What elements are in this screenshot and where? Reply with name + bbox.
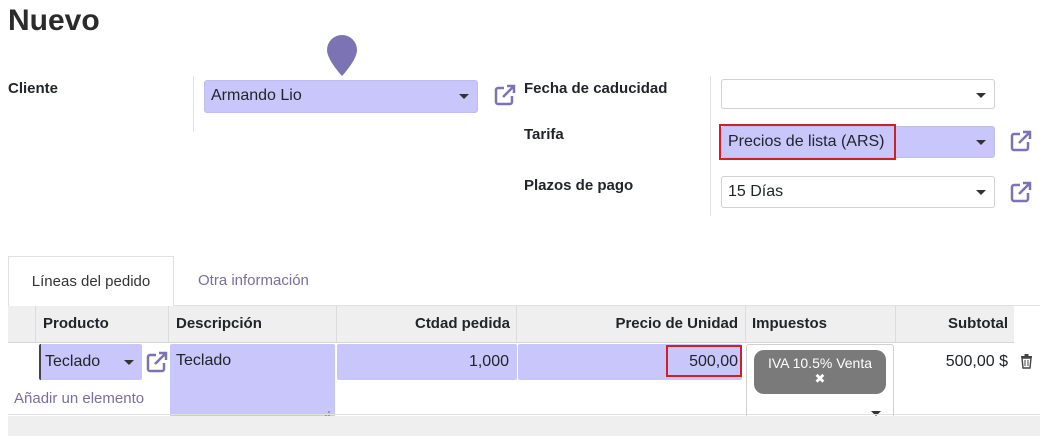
cliente-label: Cliente bbox=[8, 80, 59, 97]
fecha-caducidad-select[interactable] bbox=[721, 79, 995, 109]
tab-otra-informacion[interactable]: Otra información bbox=[198, 256, 309, 306]
highlight-box bbox=[719, 124, 896, 160]
cantidad-input[interactable]: 1,000 bbox=[337, 344, 517, 380]
plazos-pago-value: 15 Días bbox=[728, 183, 784, 200]
external-link-icon[interactable] bbox=[493, 83, 517, 107]
page-title: Nuevo bbox=[8, 4, 100, 37]
plazos-pago-label: Plazos de pago bbox=[524, 177, 634, 194]
column-header-descripcion[interactable]: Descripción bbox=[176, 306, 262, 342]
close-icon[interactable]: ✖ bbox=[754, 371, 886, 387]
fecha-caducidad-label: Fecha de caducidad bbox=[524, 80, 668, 97]
cliente-value: Armando Lio bbox=[211, 87, 302, 104]
table-footer bbox=[8, 416, 1040, 436]
producto-input[interactable]: Teclado bbox=[39, 344, 142, 380]
chevron-down-icon[interactable] bbox=[976, 190, 986, 195]
cliente-select[interactable]: Armando Lio bbox=[204, 80, 478, 113]
map-pin-icon bbox=[327, 35, 357, 76]
divider bbox=[193, 76, 194, 132]
producto-value: Teclado bbox=[45, 353, 101, 370]
chevron-down-icon[interactable] bbox=[976, 140, 986, 145]
column-header-subtotal[interactable]: Subtotal bbox=[895, 306, 1008, 342]
subtotal-value: 500,00 $ bbox=[945, 353, 1008, 370]
table-header bbox=[8, 306, 1014, 343]
external-link-icon[interactable] bbox=[145, 350, 169, 374]
chevron-down-icon[interactable] bbox=[459, 94, 469, 99]
column-separator bbox=[35, 306, 36, 342]
column-header-impuestos[interactable]: Impuestos bbox=[752, 306, 827, 342]
divider bbox=[710, 76, 711, 216]
trash-icon[interactable] bbox=[1020, 354, 1033, 369]
tab-lineas-pedido[interactable]: Líneas del pedido bbox=[8, 256, 174, 306]
tax-tag: IVA 10.5% Venta ✖ bbox=[754, 350, 886, 394]
plazos-pago-select[interactable]: 15 Días bbox=[721, 176, 995, 208]
chevron-down-icon[interactable] bbox=[976, 93, 986, 98]
tax-tag-label: IVA 10.5% Venta bbox=[767, 355, 873, 371]
external-link-icon[interactable] bbox=[1009, 180, 1033, 204]
descripcion-textarea[interactable]: Teclado bbox=[170, 344, 335, 424]
divider bbox=[8, 414, 1040, 415]
column-separator bbox=[168, 306, 169, 342]
descripcion-value: Teclado bbox=[176, 352, 232, 369]
highlight-box bbox=[666, 345, 742, 377]
column-header-cantidad[interactable]: Ctdad pedida bbox=[336, 306, 510, 342]
add-line-link[interactable]: Añadir un elemento bbox=[14, 390, 144, 407]
chevron-down-icon[interactable] bbox=[124, 360, 134, 365]
column-header-precio[interactable]: Precio de Unidad bbox=[516, 306, 738, 342]
column-separator bbox=[745, 306, 746, 342]
external-link-icon[interactable] bbox=[1009, 129, 1033, 153]
tarifa-label: Tarifa bbox=[524, 126, 564, 143]
column-header-producto[interactable]: Producto bbox=[43, 306, 109, 342]
